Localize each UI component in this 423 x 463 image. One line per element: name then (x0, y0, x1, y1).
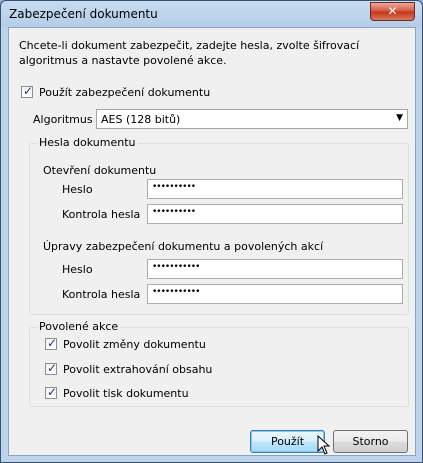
allow-print-label: Povolit tisk dokumentu (63, 387, 189, 400)
dialog-body: Chcete-li dokument zabezpečit, zadejte h… (8, 27, 416, 456)
permissions-password-input[interactable]: ••••••••••• (147, 259, 403, 279)
window-title: Zabezpečení dokumentu (9, 7, 158, 21)
permissions-confirm-input[interactable]: ••••••••••• (147, 284, 403, 304)
algorithm-value: AES (128 bitů) (101, 113, 181, 126)
allow-changes-label: Povolit změny dokumentu (63, 338, 206, 351)
open-confirm-input[interactable]: •••••••••• (147, 204, 403, 224)
mouse-pointer-icon (317, 435, 331, 455)
permissions-section-title: Úpravy zabezpečení dokumentu a povolenýc… (43, 240, 324, 253)
permissions-confirm-label: Kontrola hesla (62, 288, 141, 301)
allow-print-checkbox[interactable] (45, 385, 57, 399)
passwords-group-title: Hesla dokumentu (37, 136, 138, 149)
allow-extract-checkbox[interactable] (45, 361, 57, 375)
open-password-label: Heslo (62, 183, 93, 196)
algorithm-label: Algoritmus (33, 113, 93, 126)
allow-changes-checkbox[interactable] (45, 336, 57, 350)
title-bar[interactable]: Zabezpečení dokumentu ✕ (1, 1, 422, 27)
allowed-actions-title: Povolené akce (37, 320, 121, 333)
open-section-title: Otevření dokumentu (43, 164, 157, 177)
cancel-button[interactable]: Storno (333, 430, 408, 453)
dialog-window: Zabezpečení dokumentu ✕ Chcete-li dokume… (0, 0, 423, 463)
apply-button[interactable]: Použít (250, 430, 325, 453)
description-text: Chcete-li dokument zabezpečit, zadejte h… (19, 39, 360, 67)
open-password-input[interactable]: •••••••••• (147, 179, 403, 199)
open-confirm-label: Kontrola hesla (62, 208, 141, 221)
chevron-down-icon: ▼ (396, 113, 403, 123)
allow-extract-label: Povolit extrahování obsahu (63, 363, 213, 376)
algorithm-select[interactable]: AES (128 bitů) ▼ (96, 109, 408, 129)
use-security-label: Použít zabezpečení dokumentu (39, 86, 211, 99)
permissions-password-label: Heslo (62, 263, 93, 276)
use-security-checkbox[interactable] (21, 84, 33, 98)
close-button[interactable]: ✕ (370, 2, 415, 21)
